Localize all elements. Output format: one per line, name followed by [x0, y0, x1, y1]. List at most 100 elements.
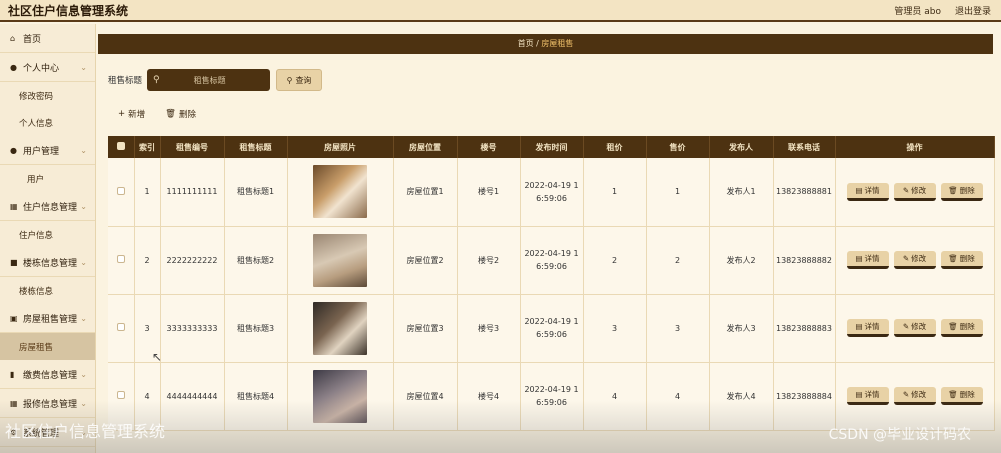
main-content: 首页 / 房屋租售 租售标题 ⚲ ⚲ 查询 + 新增 🗑 删除 [98, 24, 1001, 453]
user-name[interactable]: 管理员 abo [894, 4, 941, 17]
document-icon: ▤ [855, 185, 863, 195]
sidebar-item-personal-center[interactable]: ● 个人中心 ⌄ [0, 53, 95, 82]
column-header: 索引 [134, 136, 161, 158]
row-checkbox[interactable] [108, 158, 135, 227]
trash-icon: 🗑 [165, 109, 176, 119]
breadcrumb-home[interactable]: 首页 [518, 39, 534, 48]
row-checkbox[interactable] [108, 294, 135, 363]
delete-button[interactable]: 🗑 删除 [940, 251, 983, 269]
cell-time: 2022-04-19 1 6:59:06 [520, 362, 584, 431]
cell-location: 房屋位置1 [393, 158, 458, 227]
user-icon: ● [10, 145, 17, 155]
column-header: 发布时间 [520, 136, 584, 158]
cell-code: 4444444444 [160, 362, 225, 431]
delete-button[interactable]: 🗑 删除 [940, 387, 983, 405]
column-header: 租售标题 [224, 136, 288, 158]
sidebar-item-payment-management[interactable]: ▮ 缴费信息管理 ⌄ [0, 360, 95, 389]
document-icon: ▤ [855, 322, 863, 331]
trash-icon: 🗑 [948, 322, 958, 331]
edit-button[interactable]: ✎ 修改 [893, 387, 936, 405]
cell-time: 2022-04-19 1 6:59:06 [520, 158, 584, 227]
user-icon: ● [10, 62, 17, 72]
cell-index: 2 [134, 226, 161, 295]
detail-button[interactable]: ▤ 详情 [846, 251, 889, 269]
query-button-label: 查询 [295, 75, 312, 85]
sidebar-item-label: 首页 [23, 34, 42, 45]
cell-actions: ▤ 详情 ✎ 修改 🗑 删除 [835, 158, 995, 227]
watermark-right: CSDN @毕业设计码农 [828, 427, 971, 443]
sidebar-item-resident-management[interactable]: ▦ 住户信息管理 ⌄ [0, 192, 95, 221]
time-line-1: 2022-04-19 1 [524, 249, 579, 258]
edit-button-label: 修改 [911, 322, 927, 331]
detail-button[interactable]: ▤ 详情 [846, 387, 889, 405]
search-box[interactable]: ⚲ [147, 69, 271, 91]
sidebar-item-label: 楼栋信息管理 [23, 258, 78, 269]
edit-icon: ✎ [902, 390, 910, 399]
chevron-down-icon: ⌄ [80, 145, 87, 155]
sidebar-subitem-change-password[interactable]: 修改密码 [0, 82, 95, 109]
sidebar-item-rental-management[interactable]: ▣ 房屋租售管理 ⌄ [0, 304, 95, 333]
sidebar-item-repair-management[interactable]: ▦ 报修信息管理 ⌄ [0, 389, 95, 418]
cell-photo [287, 362, 394, 431]
delete-button-label: 删除 [959, 185, 975, 195]
breadcrumb-separator: / [536, 39, 539, 48]
grid-icon: ▦ [10, 201, 18, 211]
sidebar-subitem-user[interactable]: 用户 [0, 165, 95, 192]
select-all-checkbox[interactable] [108, 136, 135, 158]
breadcrumb-current: 房屋租售 [541, 39, 574, 48]
add-button-label: 新增 [128, 110, 146, 120]
cell-time: 2022-04-19 1 6:59:06 [520, 226, 584, 295]
search-label: 租售标题 [108, 76, 143, 86]
edit-button[interactable]: ✎ 修改 [893, 182, 936, 201]
sidebar-item-label: 缴费信息管理 [23, 370, 78, 381]
cell-location: 房屋位置2 [393, 226, 458, 295]
sidebar: ⌂ 首页 ● 个人中心 ⌄ 修改密码 个人信息 ● 用户管理 ⌄ 用户 ▦ 住户… [0, 24, 96, 453]
cell-code: 2222222222 [160, 226, 225, 295]
edit-button-label: 修改 [911, 390, 927, 399]
query-button[interactable]: ⚲ 查询 [276, 69, 323, 91]
cell-photo [287, 226, 394, 295]
detail-button[interactable]: ▤ 详情 [846, 182, 889, 201]
sidebar-item-home[interactable]: ⌂ 首页 [0, 24, 95, 53]
cell-publisher: 发布人3 [709, 294, 774, 363]
cell-publisher: 发布人1 [709, 158, 774, 227]
sidebar-item-building-management[interactable]: ■ 楼栋信息管理 ⌄ [0, 248, 95, 277]
cell-index: 1 [134, 158, 161, 227]
cell-code: 3333333333 [160, 294, 225, 363]
cell-title: 租售标题4 [224, 362, 288, 431]
edit-icon: ✎ [902, 185, 910, 195]
delete-button-label: 删除 [959, 390, 975, 399]
sidebar-item-user-management[interactable]: ● 用户管理 ⌄ [0, 136, 95, 165]
table-row: 1 1111111111 租售标题1 房屋位置1 楼号1 2022-04-19 1 6:59… [108, 158, 995, 227]
delete-button-label: 删除 [959, 254, 975, 263]
column-header: 楼号 [457, 136, 521, 158]
cell-building: 楼号1 [457, 158, 521, 227]
sidebar-subitem-resident-info[interactable]: 住户信息 [0, 221, 95, 248]
batch-delete-button[interactable]: 🗑 删除 [165, 108, 196, 120]
edit-button[interactable]: ✎ 修改 [893, 251, 936, 269]
delete-button[interactable]: 🗑 删除 [940, 182, 983, 201]
row-checkbox[interactable] [108, 226, 135, 295]
sidebar-subitem-building-info[interactable]: 楼栋信息 [0, 277, 95, 304]
logout-link[interactable]: 退出登录 [955, 4, 991, 17]
app-title: 社区住户信息管理系统 [8, 4, 129, 18]
delete-button-label: 删除 [959, 322, 975, 331]
add-button[interactable]: + 新增 [118, 108, 145, 120]
edit-button-label: 修改 [911, 254, 927, 263]
column-header: 房屋位置 [393, 136, 458, 158]
chevron-down-icon: ⌄ [80, 257, 87, 267]
detail-button[interactable]: ▤ 详情 [846, 319, 889, 337]
edit-button[interactable]: ✎ 修改 [893, 319, 936, 337]
sidebar-subitem-personal-info[interactable]: 个人信息 [0, 109, 95, 136]
column-header: 房屋照片 [287, 136, 394, 158]
search-icon: ⚲ [286, 75, 293, 85]
house-photo [313, 301, 367, 355]
search-input[interactable] [159, 71, 260, 89]
cell-code: 1111111111 [160, 158, 225, 227]
sidebar-item-label: 用户管理 [23, 146, 60, 157]
sidebar-subitem-rental[interactable]: 房屋租售 [0, 333, 95, 360]
house-photo [313, 165, 367, 219]
cell-sale: 3 [646, 294, 710, 363]
delete-button[interactable]: 🗑 删除 [940, 319, 983, 337]
time-line-2: 6:59:06 [536, 330, 567, 339]
